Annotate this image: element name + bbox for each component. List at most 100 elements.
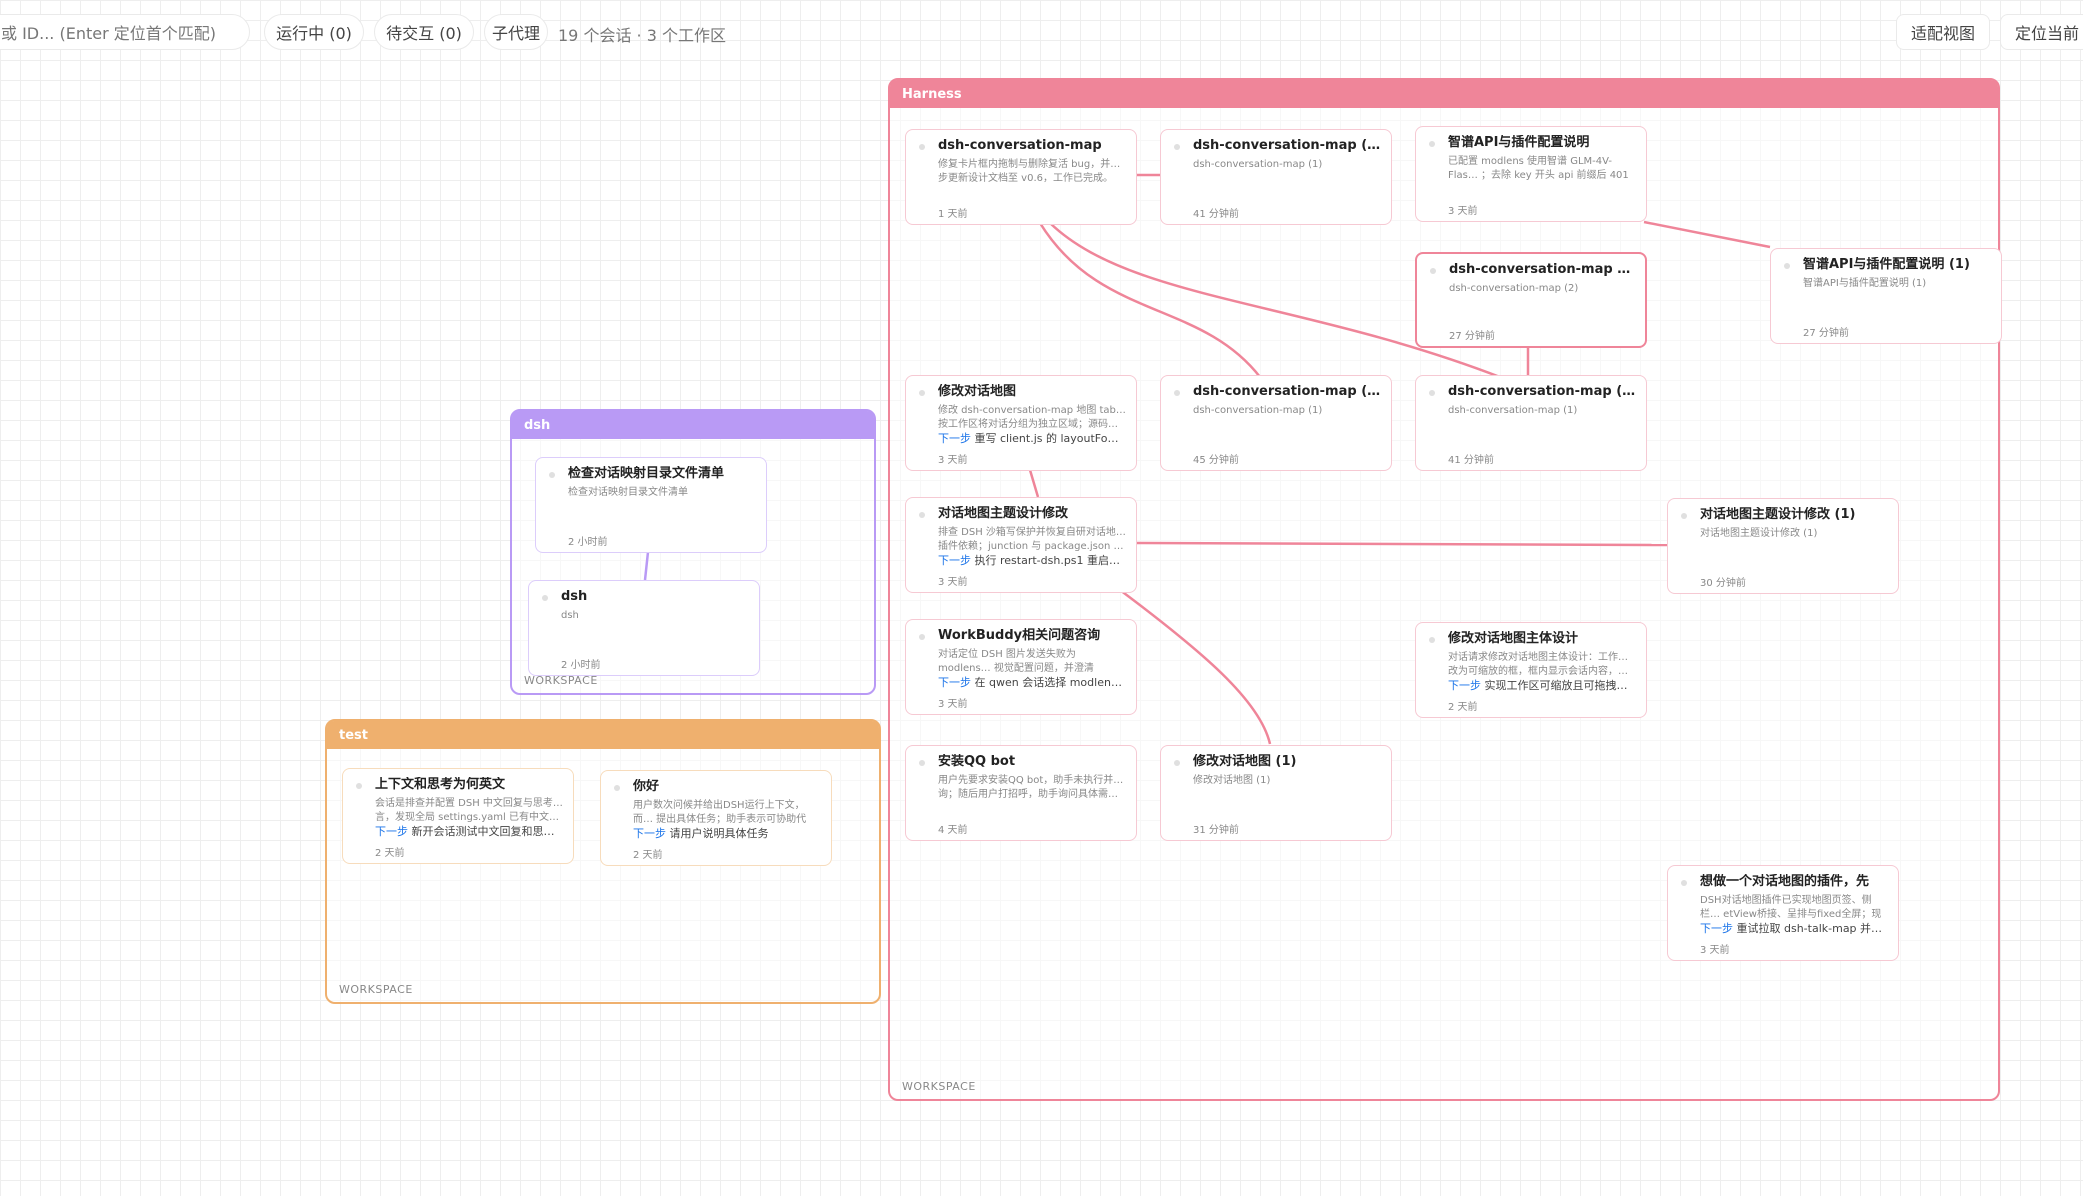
- status-dot: [1429, 390, 1435, 396]
- status-dot: [1174, 144, 1180, 150]
- card-time: 1 天前: [938, 209, 968, 220]
- card-desc: 对话请求修改对话地图主体设计：工作… 改为可缩放的框，框内显示会话内容，…: [1448, 652, 1628, 677]
- card-next-step: 下一步 在 qwen 会话选择 modlens v…: [938, 676, 1126, 689]
- edge-line: [643, 551, 650, 581]
- status-dot: [549, 472, 555, 478]
- card-desc: dsh-conversation-map (1): [1193, 405, 1323, 416]
- status-dot: [919, 634, 925, 640]
- card-desc: dsh-conversation-map (1): [1448, 405, 1578, 416]
- session-card[interactable]: 修改对话地图主体设计 对话请求修改对话地图主体设计：工作… 改为可缩放的框，框内…: [1415, 622, 1647, 718]
- status-dot: [1430, 268, 1436, 274]
- card-desc: 修改 dsh-conversation-map 地图 tab… 按工作区将对话分…: [938, 405, 1126, 430]
- status-dot: [614, 785, 620, 791]
- card-desc: 修改对话地图 (1): [1193, 775, 1271, 786]
- card-title: 你好: [633, 779, 660, 794]
- card-next-step: 下一步 请用户说明具体任务: [633, 827, 769, 840]
- session-card[interactable]: 想做一个对话地图的插件，先 DSH对话地图插件已实现地图页签、侧栏… etVie…: [1667, 865, 1899, 961]
- session-card[interactable]: 你好 用户数次问候并给出DSH运行上下文，而… 提出具体任务；助手表示可协助代码…: [600, 770, 832, 866]
- card-title: 修改对话地图主体设计: [1448, 631, 1579, 646]
- card-desc: 用户数次问候并给出DSH运行上下文，而… 提出具体任务；助手表示可协助代码、…: [633, 800, 807, 825]
- session-card[interactable]: dsh-conversation-map (1) dsh-conversatio…: [1160, 375, 1392, 471]
- status-dot: [919, 760, 925, 766]
- card-title: 对话地图主题设计修改: [938, 506, 1069, 521]
- card-desc: 排查 DSH 沙箱写保护并恢复自研对话地… 插件依赖；junction 与 pa…: [938, 527, 1126, 552]
- card-title: 智谱API与插件配置说明: [1448, 135, 1590, 150]
- card-desc: 对话地图主题设计修改 (1): [1700, 528, 1818, 539]
- status-dot: [542, 595, 548, 601]
- status-dot: [919, 144, 925, 150]
- session-card[interactable]: 修改对话地图 修改 dsh-conversation-map 地图 tab… 按…: [905, 375, 1137, 471]
- card-time: 27 分钟前: [1803, 328, 1849, 339]
- session-card[interactable]: 安装QQ bot 用户先要求安装QQ bot，助手未执行并… 询；随后用户打招呼…: [905, 745, 1137, 841]
- card-time: 3 天前: [938, 577, 968, 588]
- session-card[interactable]: 修改对话地图 (1) 修改对话地图 (1) 31 分钟前: [1160, 745, 1392, 841]
- status-dot: [919, 512, 925, 518]
- status-dot: [1681, 513, 1687, 519]
- session-card-selected[interactable]: dsh-conversation-map (2) dsh-conversatio…: [1415, 252, 1647, 348]
- session-card[interactable]: dsh-conversation-map (1) dsh-conversatio…: [1160, 129, 1392, 225]
- card-title: 上下文和思考为何英文: [375, 777, 506, 792]
- card-title: 安装QQ bot: [938, 754, 1016, 769]
- status-dot: [1174, 760, 1180, 766]
- card-desc: 会话是排查并配置 DSH 中文回复与思考… 言，发现全局 settings.ya…: [375, 798, 563, 823]
- card-desc: 智谱API与插件配置说明 (1): [1803, 278, 1927, 289]
- card-time: 31 分钟前: [1193, 825, 1239, 836]
- card-time: 2 天前: [633, 850, 663, 861]
- card-next-step: 下一步 实现工作区可缩放且可拖拽…: [1448, 679, 1628, 692]
- card-desc: 检查对话映射目录文件清单: [568, 487, 688, 498]
- card-time: 30 分钟前: [1700, 578, 1746, 589]
- status-dot: [919, 390, 925, 396]
- card-title: dsh-conversation-map (1): [1193, 384, 1381, 399]
- session-card[interactable]: 检查对话映射目录文件清单 检查对话映射目录文件清单 2 小时前: [535, 457, 767, 553]
- card-desc: 对话定位 DSH 图片发送失败为 modlens… 视觉配置问题，并澄清 Wor…: [938, 649, 1094, 674]
- card-time: 2 天前: [375, 848, 405, 859]
- card-title: dsh-conversation-map (2): [1449, 262, 1635, 277]
- card-title: 检查对话映射目录文件清单: [568, 466, 725, 481]
- session-card[interactable]: dsh-conversation-map (1) dsh-conversatio…: [1415, 375, 1647, 471]
- session-card[interactable]: 对话地图主题设计修改 (1) 对话地图主题设计修改 (1) 30 分钟前: [1667, 498, 1899, 594]
- card-time: 4 天前: [938, 825, 968, 836]
- card-desc: 修复卡片框内拖制与删除复活 bug，并… 步更新设计文档至 v0.6，工作已完成…: [938, 159, 1121, 184]
- card-desc: dsh-conversation-map (2): [1449, 283, 1579, 294]
- card-time: 41 分钟前: [1448, 455, 1494, 466]
- card-desc: dsh-conversation-map (1): [1193, 159, 1323, 170]
- card-desc: 用户先要求安装QQ bot，助手未执行并… 询；随后用户打招呼，助手询问具体需…: [938, 775, 1124, 800]
- card-time: 2 小时前: [561, 660, 601, 671]
- card-time: 3 天前: [1448, 206, 1478, 217]
- card-title: 修改对话地图 (1): [1193, 754, 1297, 769]
- status-dot: [1429, 141, 1435, 147]
- card-desc: 已配置 modlens 使用智谱 GLM-4V-Flas… ；去除 key 开头…: [1448, 156, 1629, 181]
- session-card[interactable]: WorkBuddy相关问题咨询 对话定位 DSH 图片发送失败为 modlens…: [905, 619, 1137, 715]
- card-title: 智谱API与插件配置说明 (1): [1803, 257, 1970, 272]
- card-time: 41 分钟前: [1193, 209, 1239, 220]
- card-time: 3 天前: [938, 455, 968, 466]
- edge-line: [1028, 469, 1040, 498]
- session-card[interactable]: dsh dsh 2 小时前: [528, 580, 760, 676]
- card-title: dsh-conversation-map (1): [1193, 138, 1381, 153]
- card-title: 修改对话地图: [938, 384, 1017, 399]
- card-desc: DSH对话地图插件已实现地图页签、侧栏… etView桥接、呈排与fixed全屏…: [1700, 895, 1882, 920]
- session-card[interactable]: 对话地图主题设计修改 排查 DSH 沙箱写保护并恢复自研对话地… 插件依赖；ju…: [905, 497, 1137, 593]
- session-card[interactable]: 智谱API与插件配置说明 已配置 modlens 使用智谱 GLM-4V-Fla…: [1415, 126, 1647, 222]
- status-dot: [356, 783, 362, 789]
- card-time: 3 天前: [1700, 945, 1730, 956]
- edge-line: [1135, 541, 1668, 547]
- status-dot: [1784, 263, 1790, 269]
- edge-line: [1119, 589, 1272, 745]
- session-card[interactable]: 智谱API与插件配置说明 (1) 智谱API与插件配置说明 (1) 27 分钟前: [1770, 248, 2002, 344]
- card-next-step: 下一步 重试拉取 dsh-talk-map 并分…: [1700, 922, 1888, 935]
- card-title: WorkBuddy相关问题咨询: [938, 628, 1101, 643]
- card-time: 3 天前: [938, 699, 968, 710]
- edge-line: [1643, 220, 1771, 249]
- status-dot: [1429, 637, 1435, 643]
- card-title: 想做一个对话地图的插件，先: [1700, 874, 1870, 889]
- card-title: dsh-conversation-map (1): [1448, 384, 1636, 399]
- card-time: 2 小时前: [568, 537, 608, 548]
- card-desc: dsh: [561, 610, 579, 621]
- card-title: 对话地图主题设计修改 (1): [1700, 507, 1856, 522]
- card-next-step: 下一步 执行 restart-dsh.ps1 重启…: [938, 554, 1121, 567]
- card-next-step: 下一步 重写 client.js 的 layoutFo…: [938, 432, 1119, 445]
- session-card[interactable]: 上下文和思考为何英文 会话是排查并配置 DSH 中文回复与思考… 言，发现全局 …: [342, 768, 574, 864]
- session-card[interactable]: dsh-conversation-map 修复卡片框内拖制与删除复活 bug，并…: [905, 129, 1137, 225]
- card-time: 27 分钟前: [1449, 331, 1495, 342]
